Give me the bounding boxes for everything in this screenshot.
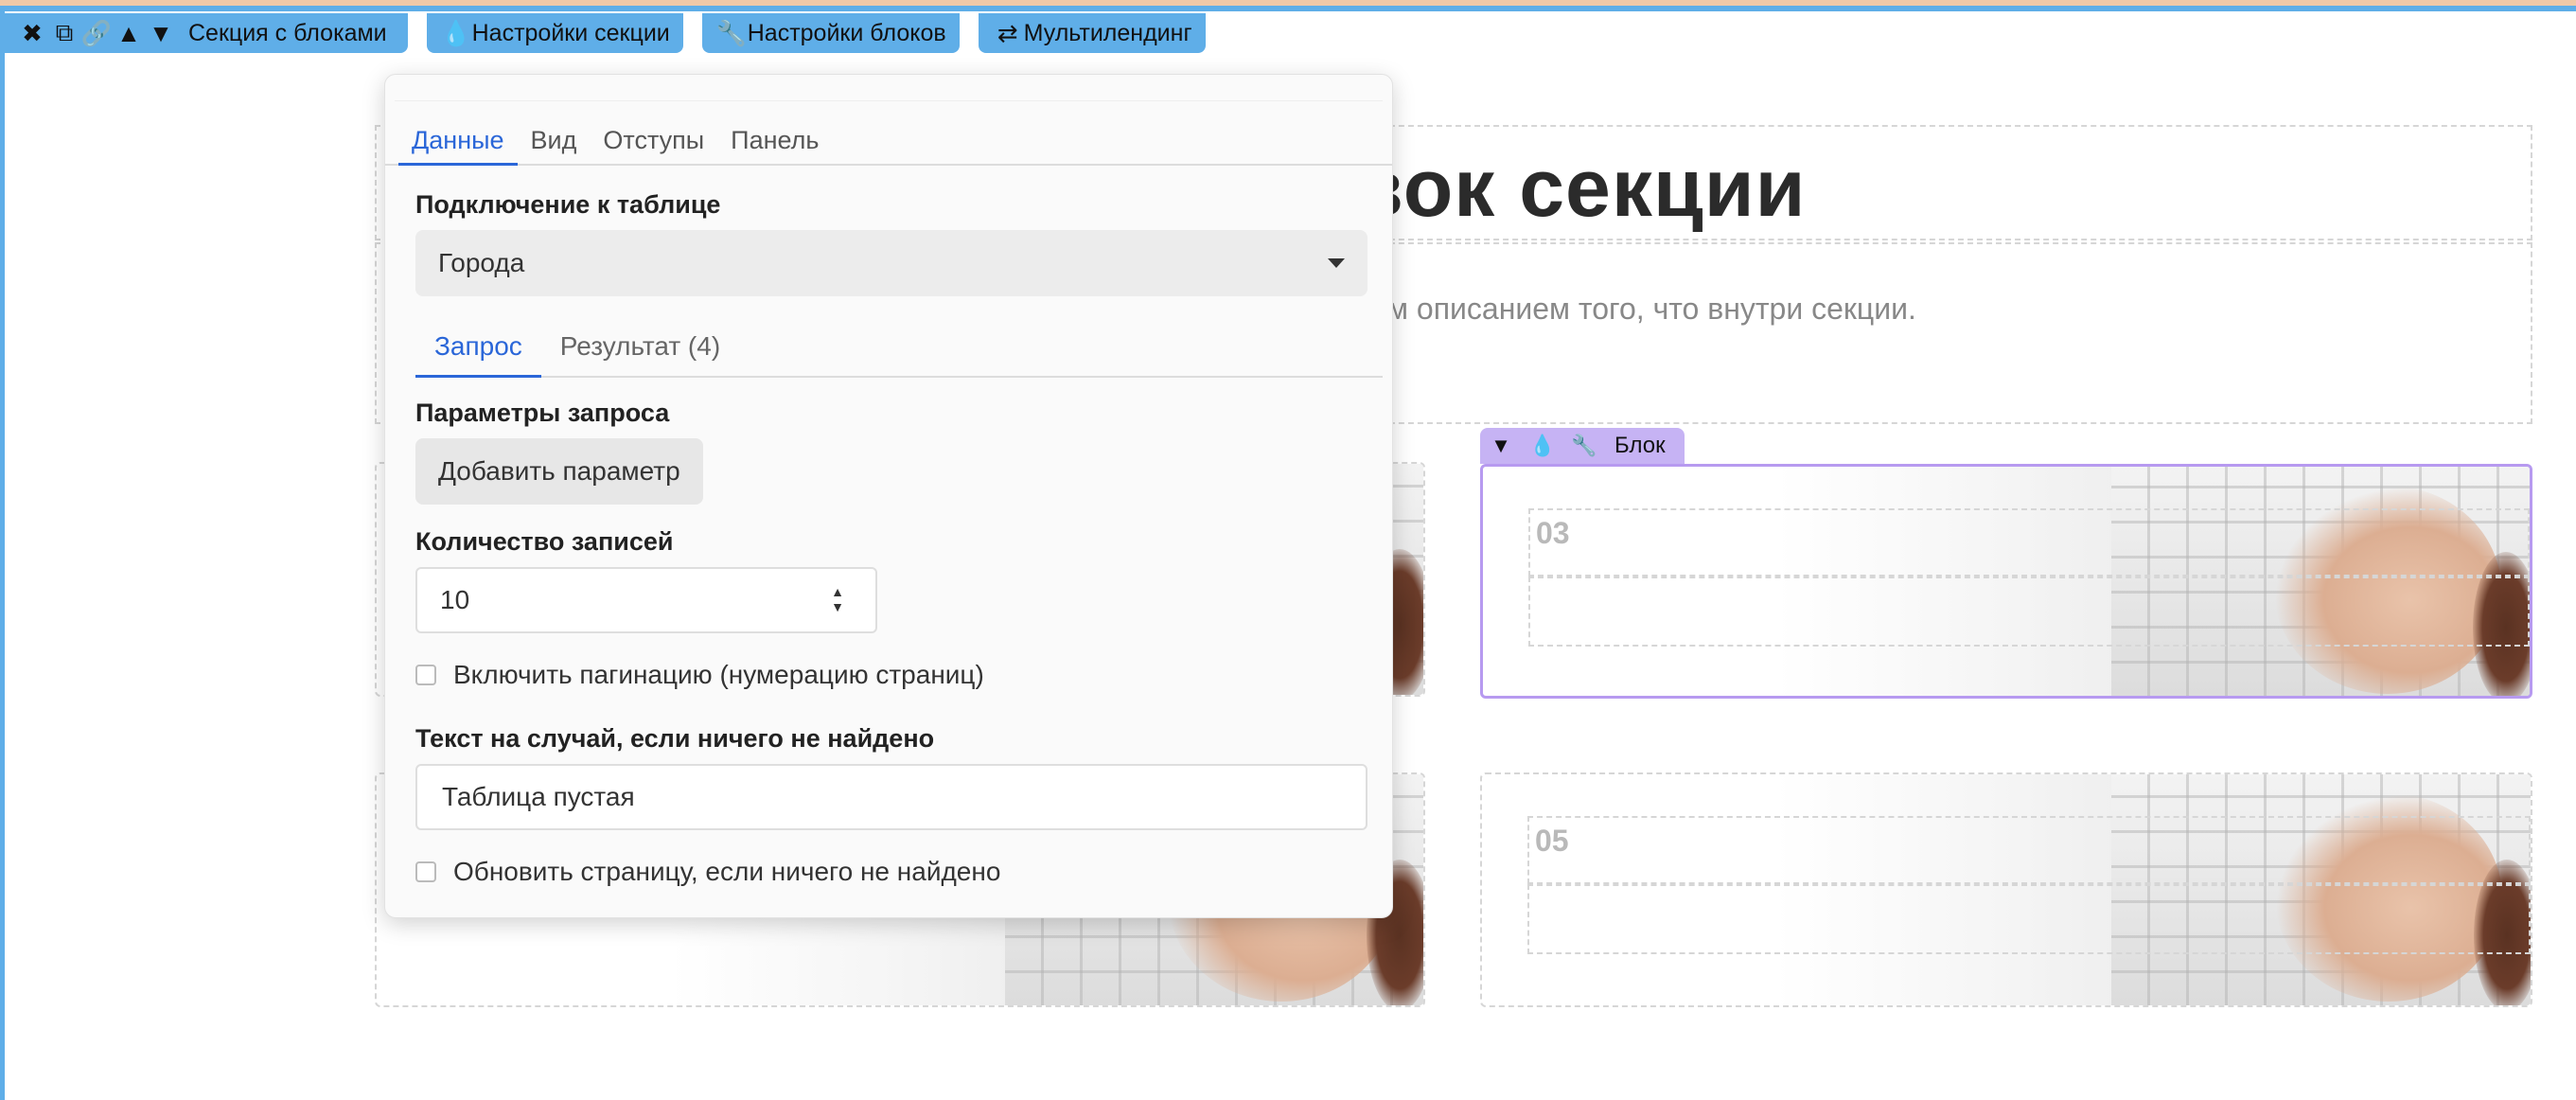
section-toolbar: ✖ ⧉ 🔗 ▲ ▼ Секция с блоками 💧 Настройки с… bbox=[5, 13, 1225, 53]
records-count-input[interactable]: 10 ▲ ▼ bbox=[415, 567, 877, 633]
pagination-label: Включить пагинацию (нумерацию страниц) bbox=[453, 660, 984, 689]
section-toolbar-main: ✖ ⧉ 🔗 ▲ ▼ Секция с блоками bbox=[5, 13, 408, 53]
section-name-label: Секция с блоками bbox=[188, 19, 387, 46]
card-text-box[interactable] bbox=[1527, 884, 2531, 954]
card-number: 05 bbox=[1535, 824, 1569, 858]
block-settings-button[interactable]: 🔧 Настройки блоков bbox=[701, 13, 960, 53]
multilanding-label: Мультилендинг bbox=[1023, 19, 1192, 46]
query-params-label: Параметры запроса bbox=[415, 399, 670, 427]
tab-result[interactable]: Результат (4) bbox=[541, 319, 739, 378]
drop-icon[interactable]: 💧 bbox=[1522, 428, 1563, 464]
chevron-down-icon bbox=[1328, 258, 1345, 268]
multilanding-button[interactable]: ⇄ Мультилендинг bbox=[978, 13, 1206, 53]
shuffle-icon: ⇄ bbox=[997, 18, 1018, 47]
close-icon[interactable]: ✖ bbox=[16, 13, 48, 53]
tab-spacing[interactable]: Отступы bbox=[590, 116, 717, 166]
table-connection-label: Подключение к таблице bbox=[415, 190, 721, 219]
popup-tabs: Данные Вид Отступы Панель bbox=[385, 116, 1392, 166]
copy-icon[interactable]: ⧉ bbox=[48, 13, 80, 53]
refresh-label: Обновить страницу, если ничего не найден… bbox=[453, 857, 1001, 886]
chevron-up-icon[interactable]: ▲ bbox=[113, 13, 145, 53]
wrench-icon: 🔧 bbox=[715, 18, 747, 47]
block-card-5[interactable]: 05 bbox=[1480, 772, 2532, 1007]
tab-panel[interactable]: Панель bbox=[717, 116, 832, 166]
popup-drag-handle[interactable] bbox=[395, 84, 1383, 101]
chevron-down-icon[interactable]: ▼ bbox=[145, 13, 177, 53]
block-card-3[interactable]: 03 bbox=[1480, 464, 2532, 699]
tab-data[interactable]: Данные bbox=[398, 116, 518, 166]
card-number: 03 bbox=[1536, 516, 1570, 550]
card-text-box[interactable] bbox=[1528, 577, 2530, 647]
pagination-checkbox-row[interactable]: Включить пагинацию (нумерацию страниц) bbox=[415, 660, 984, 690]
tab-view[interactable]: Вид bbox=[518, 116, 591, 166]
stepper-icon[interactable]: ▲ ▼ bbox=[828, 584, 847, 618]
block-toolbar: ▼ 💧 🔧 Блок bbox=[1480, 428, 1685, 464]
section-settings-button[interactable]: 💧 Настройки секции bbox=[426, 13, 683, 53]
records-count-value: 10 bbox=[440, 585, 470, 614]
block-settings-label: Настройки блоков bbox=[747, 19, 946, 46]
block-settings-popup: Данные Вид Отступы Панель Подключение к … bbox=[384, 74, 1393, 918]
query-tabs: Запрос Результат (4) bbox=[415, 319, 1383, 378]
block-label: Блок bbox=[1614, 433, 1666, 458]
link-icon[interactable]: 🔗 bbox=[80, 13, 113, 53]
pagination-checkbox[interactable] bbox=[415, 665, 436, 685]
card-number-box[interactable] bbox=[1528, 508, 2530, 577]
section-description: м описанием того, что внутри секции. bbox=[1387, 292, 1916, 326]
refresh-checkbox[interactable] bbox=[415, 861, 436, 882]
section-title: вок секции bbox=[1353, 143, 1807, 234]
table-select[interactable]: Города bbox=[415, 230, 1367, 296]
table-select-value: Города bbox=[438, 248, 525, 277]
records-count-label: Количество записей bbox=[415, 527, 674, 556]
section-settings-label: Настройки секции bbox=[471, 19, 670, 46]
drop-icon: 💧 bbox=[440, 18, 471, 47]
empty-text-input[interactable]: Таблица пустая bbox=[415, 764, 1367, 830]
card-number-box[interactable] bbox=[1527, 816, 2531, 884]
empty-text-value: Таблица пустая bbox=[442, 782, 635, 811]
wrench-icon[interactable]: 🔧 bbox=[1563, 428, 1605, 464]
refresh-checkbox-row[interactable]: Обновить страницу, если ничего не найден… bbox=[415, 857, 1000, 887]
caret-down-icon[interactable]: ▼ bbox=[1480, 428, 1522, 464]
empty-text-label: Текст на случай, если ничего не найдено bbox=[415, 724, 935, 753]
add-parameter-button[interactable]: Добавить параметр bbox=[415, 438, 703, 505]
tab-query[interactable]: Запрос bbox=[415, 319, 541, 378]
